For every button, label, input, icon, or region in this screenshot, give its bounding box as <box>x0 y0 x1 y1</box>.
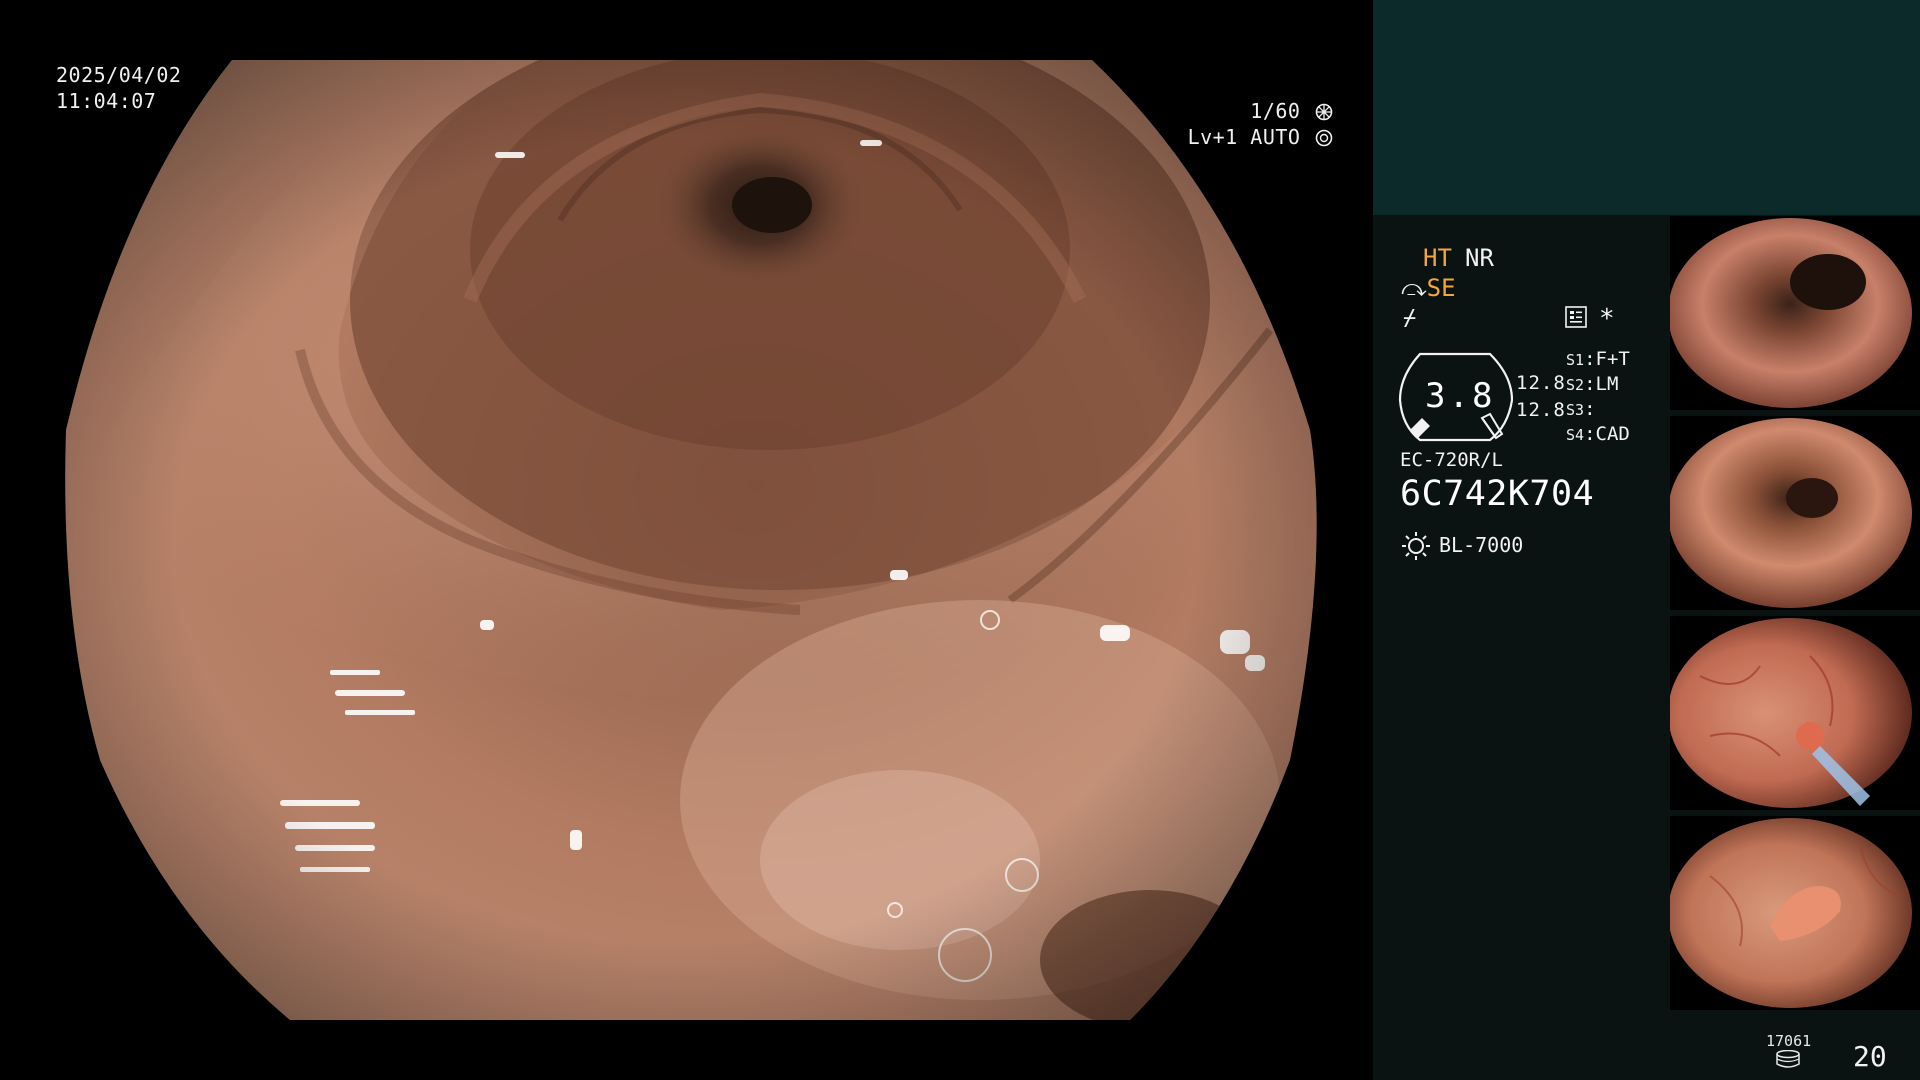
ht-mode-label: HT <box>1423 244 1452 272</box>
slot-s1: S1:F+T <box>1566 348 1630 370</box>
level-text: Lv+1 <box>1187 125 1238 149</box>
slot-value: CAD <box>1595 423 1630 445</box>
slot-value: F+T <box>1595 348 1630 370</box>
iris-text: AUTO <box>1250 125 1301 149</box>
shutter-row: 1/60 <box>1188 98 1333 124</box>
menu-icon <box>1565 306 1587 328</box>
wave-icon: ⌿ <box>1403 306 1417 331</box>
scope-model: EC-720R/L <box>1400 449 1503 471</box>
thumbnail-image <box>1670 818 1912 1008</box>
thumbnail-4[interactable] <box>1670 816 1920 1010</box>
shutter-text: 1/60 <box>1250 99 1301 123</box>
level-row: Lv+1 AUTO <box>1188 124 1333 150</box>
slot-key: S3 <box>1566 401 1585 419</box>
datetime-display: 2025/04/02 11:04:07 <box>56 62 181 114</box>
thumbnail-2[interactable] <box>1670 416 1920 610</box>
slot-key: S1 <box>1566 351 1585 369</box>
nr-mode-label: NR <box>1465 244 1494 272</box>
gauge-value: 3.8 <box>1425 376 1496 416</box>
captured-images-strip <box>1670 216 1920 1016</box>
shutter-icon <box>1315 103 1333 121</box>
light-source-label: BL-7000 <box>1439 533 1524 557</box>
image-count-small: 17061 <box>1766 1032 1812 1050</box>
slot-value: LM <box>1595 373 1619 395</box>
se-mode-row: ⤼SE <box>1401 273 1456 303</box>
database-icon <box>1776 1050 1800 1068</box>
slot-s4: S4:CAD <box>1566 423 1630 445</box>
se-mode-label: SE <box>1426 274 1456 302</box>
gauge-reading-2: 12.8 <box>1516 399 1566 421</box>
slot-key: S2 <box>1566 376 1585 394</box>
thumbnail-1[interactable] <box>1670 216 1920 410</box>
scope-serial: 6C742K704 <box>1400 474 1595 514</box>
thumbnail-image <box>1670 618 1912 808</box>
thumbnail-image <box>1670 418 1912 608</box>
thumbnail-image <box>1670 218 1912 408</box>
gauge-reading-1: 12.8 <box>1516 372 1566 394</box>
slot-s3: S3: <box>1566 398 1596 420</box>
light-source-icon <box>1402 532 1430 560</box>
side-info-panel: HT NR ⤼SE ⌿ * 3.8 12.8 12.8 S1:F+T S2:LM… <box>1373 0 1920 1080</box>
endoscopic-image <box>65 60 1317 1020</box>
iris-icon <box>1315 129 1333 147</box>
se-arrow-icon: ⤼ <box>1401 274 1427 302</box>
asterisk-icon: * <box>1599 304 1615 334</box>
endoscope-main-view: 2025/04/02 11:04:07 1/60 Lv+1 AUTO <box>0 0 1373 1080</box>
exposure-info: 1/60 Lv+1 AUTO <box>1188 98 1333 150</box>
date-text: 2025/04/02 <box>56 63 182 87</box>
image-count: 20 <box>1853 1040 1887 1073</box>
slot-s2: S2:LM <box>1566 373 1619 395</box>
thumbnail-3[interactable] <box>1670 616 1920 810</box>
time-text: 11:04:07 <box>56 89 157 113</box>
panel-header-band <box>1373 0 1920 215</box>
slot-key: S4 <box>1566 426 1585 444</box>
